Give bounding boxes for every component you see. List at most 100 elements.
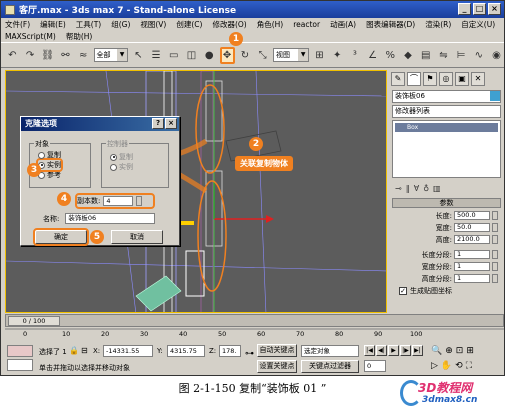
snap-icon[interactable]: ³ [348,47,363,64]
pivot-icon[interactable]: ⊞ [312,47,327,64]
x-coordinate-input[interactable]: -14331.55 [103,345,153,357]
maxscript-listener[interactable] [7,345,33,357]
redo-icon[interactable]: ↷ [23,47,38,64]
modifier-list-dropdown[interactable]: 修改器列表 [392,105,501,118]
select-move-icon[interactable]: ● [202,47,217,64]
modify-tab-icon[interactable]: ⌒ [407,72,421,86]
hierarchy-tab-icon[interactable]: ⚑ [423,72,437,86]
z-coordinate-input[interactable]: 178. [219,345,241,357]
zoom-icon[interactable]: 🔍 [431,346,442,356]
set-key-button[interactable]: 设置关键点 [257,360,297,373]
undo-icon[interactable]: ↶ [5,47,20,64]
object-name-field[interactable]: 装饰板06 [392,90,501,103]
show-end-result-icon[interactable]: ‖ [406,184,410,193]
align-icon[interactable]: ⊨ [454,47,469,64]
select-rotate-icon[interactable]: ↻ [238,47,253,64]
auto-key-button[interactable]: 自动关键点 [257,344,297,357]
menu-character[interactable]: 角色(H) [257,19,284,30]
select-object-icon[interactable]: ↖ [131,47,146,64]
menu-views[interactable]: 视图(V) [140,19,166,30]
pin-stack-icon[interactable]: ⊸ [395,184,402,193]
maximize-viewport-icon[interactable]: ⛶ [466,361,472,371]
lock-icon[interactable]: 🔒 [69,346,79,355]
param-width-segs-input[interactable]: 1 [454,262,490,271]
param-height-segs-input[interactable]: 1 [454,274,490,283]
pan-icon[interactable]: ✋ [441,361,452,371]
remove-modifier-icon[interactable]: ♁ [423,184,429,193]
spinner[interactable] [492,262,498,271]
time-slider[interactable]: 0 / 100 [5,314,504,327]
prev-frame-icon[interactable]: ◀| [376,345,387,356]
param-height-input[interactable]: 2100.0 [454,235,490,244]
motion-tab-icon[interactable]: ◎ [439,72,453,86]
menu-file[interactable]: 文件(F) [5,19,30,30]
create-tab-icon[interactable]: ✎ [391,72,405,86]
gen-mapping-checkbox[interactable]: ✓ [399,287,407,295]
field-of-view-icon[interactable]: ▷ [431,361,438,371]
window-crossing-icon[interactable]: ◫ [184,47,199,64]
spinner[interactable] [492,274,498,283]
make-unique-icon[interactable]: ∀ [414,184,419,193]
copies-spinner[interactable] [136,196,143,206]
stack-item-box[interactable]: Box [395,123,498,132]
manipulate-icon[interactable]: ✦ [330,47,345,64]
zoom-extents-icon[interactable]: ⊡ [456,346,464,356]
dialog-close-button[interactable]: × [165,118,177,129]
menu-create[interactable]: 创建(C) [176,19,202,30]
menu-tools[interactable]: 工具(T) [76,19,101,30]
parameters-rollout[interactable]: 参数 [392,198,501,208]
rect-selection-icon[interactable]: ▭ [166,47,181,64]
menu-modifiers[interactable]: 修改器(O) [212,19,246,30]
y-coordinate-input[interactable]: 4315.75 [167,345,205,357]
ok-button[interactable]: 确定 [33,228,89,246]
mirror-icon[interactable]: ⇋ [436,47,451,64]
copies-input[interactable]: 4 [103,196,134,206]
radio-reference[interactable]: 参考 [38,170,61,180]
utilities-tab-icon[interactable]: ✕ [471,72,485,86]
selection-filter-dropdown[interactable]: 全部 ▼ [93,48,129,62]
unlink-icon[interactable]: ⚯ [58,47,73,64]
select-by-name-icon[interactable]: ☰ [149,47,164,64]
absolute-mode-icon[interactable]: ⊟ [81,346,88,355]
curve-editor-icon[interactable]: ∿ [471,47,486,64]
goto-end-icon[interactable]: ▶| [412,345,423,356]
modifier-stack[interactable]: Box [392,120,501,178]
material-editor-icon[interactable]: ◉ [489,47,504,64]
goto-start-icon[interactable]: |◀ [364,345,375,356]
zoom-all-icon[interactable]: ⊕ [445,346,453,356]
spinner[interactable] [492,235,498,244]
menu-group[interactable]: 组(G) [111,19,130,30]
key-filters-button[interactable]: 关键点过滤器 [301,360,359,373]
bind-space-warp-icon[interactable]: ≈ [76,47,91,64]
param-length-segs-input[interactable]: 1 [454,250,490,259]
radio-copy[interactable]: 复制 [38,150,61,160]
time-slider-thumb[interactable]: 0 / 100 [8,316,60,326]
name-input[interactable]: 装饰板06 [65,213,156,224]
track-bar[interactable]: 0 10 20 30 40 50 60 70 80 90 100 [5,327,504,341]
spinner[interactable] [492,250,498,259]
spinner[interactable] [492,223,498,232]
menu-rendering[interactable]: 渲染(R) [425,19,451,30]
help-button[interactable]: ? [152,118,164,129]
named-selection-icon[interactable]: ▤ [418,47,433,64]
param-width-input[interactable]: 50.0 [454,223,490,232]
zoom-extents-all-icon[interactable]: ⊞ [466,346,474,356]
maximize-button[interactable]: □ [473,3,486,15]
menu-maxscript[interactable]: MAXScript(M) [5,32,56,41]
menu-reactor[interactable]: reactor [293,20,320,29]
close-button[interactable]: × [488,3,501,15]
angle-snap-icon[interactable]: ∠ [365,47,380,64]
configure-sets-icon[interactable]: ▥ [433,184,441,193]
minimize-button[interactable]: _ [458,3,471,15]
spinner[interactable] [492,211,498,220]
spinner-snap-icon[interactable]: ◆ [401,47,416,64]
param-length-input[interactable]: 500.0 [454,211,490,220]
link-icon[interactable]: ⛓ [40,47,55,64]
next-frame-icon[interactable]: |▶ [400,345,411,356]
maxscript-mini-listener[interactable] [7,359,33,371]
menu-customize[interactable]: 自定义(U) [461,19,495,30]
menu-help[interactable]: 帮助(H) [66,31,93,42]
radio-instance[interactable]: 实例 [36,158,63,172]
menu-graph-editors[interactable]: 图表编辑器(D) [366,19,415,30]
menu-animation[interactable]: 动画(A) [330,19,356,30]
